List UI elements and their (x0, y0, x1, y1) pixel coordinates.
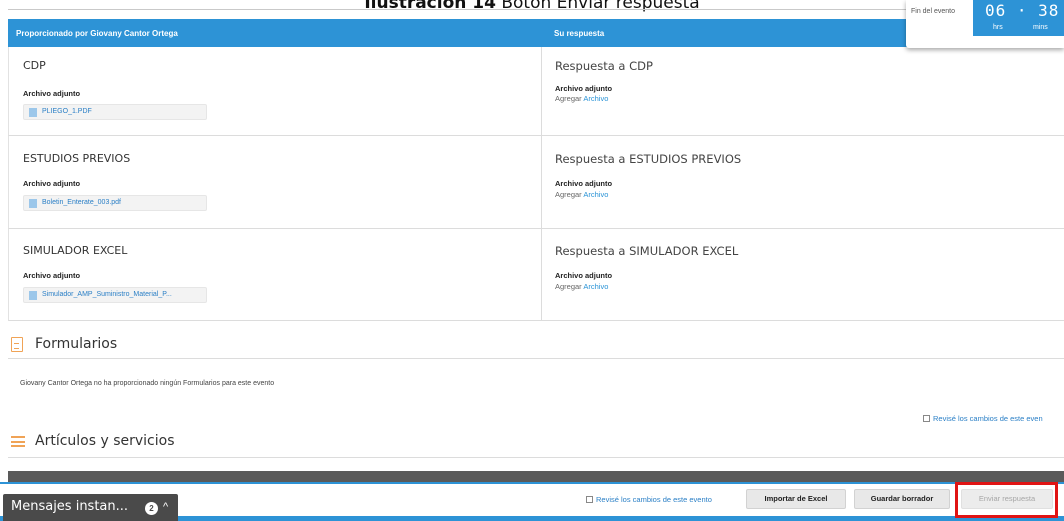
document-row: CDP Archivo adjunto PLIEGO_1.PDF Respues… (8, 47, 1064, 136)
attachment-label: Archivo adjunto (23, 89, 81, 98)
add-label: Agregar (555, 94, 582, 103)
response-attachment-label: Archivo adjunto (555, 271, 613, 280)
attachment-file-link[interactable]: Boletin_Enterate_003.pdf (23, 195, 207, 211)
figure-caption: Ilustración 14 Botón Enviar respuesta (0, 0, 1064, 13)
list-icon (11, 436, 25, 447)
items-section-title: Artículos y servicios (35, 433, 175, 449)
save-draft-button[interactable]: Guardar borrador (854, 489, 950, 509)
caption-divider (8, 9, 908, 10)
countdown-digits: 06 · 38 (985, 1, 1060, 20)
forms-divider (8, 358, 1064, 359)
file-name: PLIEGO_1.PDF (42, 108, 92, 115)
column-divider (541, 229, 542, 320)
add-attachment: Agregar Archivo (555, 190, 608, 199)
event-end-timer: Fin del evento 06 · 38 hrs mins (906, 0, 1064, 48)
document-title: ESTUDIOS PREVIOS (23, 152, 131, 165)
send-button-highlight (955, 482, 1058, 518)
file-name: Simulador_AMP_Suministro_Material_P... (42, 291, 172, 298)
file-icon (29, 108, 37, 117)
document-title: CDP (23, 59, 46, 72)
add-attachment: Agregar Archivo (555, 94, 608, 103)
response-title: Respuesta a CDP (555, 59, 653, 73)
response-title: Respuesta a SIMULADOR EXCEL (555, 244, 739, 258)
review-changes-label: Revisé los cambios de este even (933, 414, 1043, 423)
attachment-label: Archivo adjunto (23, 271, 81, 280)
file-icon (29, 199, 37, 208)
chevron-up-icon: ^ (163, 501, 169, 513)
attachment-label: Archivo adjunto (23, 179, 81, 188)
response-attachment-label: Archivo adjunto (555, 84, 613, 93)
document-icon (11, 337, 23, 352)
add-file-link[interactable]: Archivo (583, 190, 608, 199)
review-changes-label: Revisé los cambios de este evento (596, 495, 712, 504)
provided-by-header: Proporcionado por Giovany Cantor Ortega (16, 29, 178, 38)
add-file-link[interactable]: Archivo (583, 94, 608, 103)
checkbox-icon (586, 496, 593, 503)
instant-messages-label: Mensajes instan... (11, 499, 129, 514)
add-attachment: Agregar Archivo (555, 282, 608, 291)
your-response-header: Su respuesta (554, 29, 605, 38)
response-attachment-label: Archivo adjunto (555, 179, 613, 188)
document-title: SIMULADOR EXCEL (23, 244, 128, 257)
document-row: ESTUDIOS PREVIOS Archivo adjunto Boletin… (8, 136, 1064, 229)
review-changes-checkbox[interactable]: Revisé los cambios de este evento (586, 495, 712, 504)
review-changes-checkbox-top[interactable]: Revisé los cambios de este even (923, 414, 1043, 423)
add-label: Agregar (555, 282, 582, 291)
response-title: Respuesta a ESTUDIOS PREVIOS (555, 152, 742, 166)
minutes-unit: mins (1033, 24, 1048, 31)
instant-messages-tab[interactable]: Mensajes instan... 2 ^ (3, 494, 178, 521)
caption-text: Botón Enviar respuesta (495, 0, 700, 13)
checkbox-icon (923, 415, 930, 422)
countdown-box: 06 · 38 hrs mins (973, 0, 1064, 36)
column-divider (541, 136, 542, 228)
items-table-header (8, 471, 1064, 482)
add-label: Agregar (555, 190, 582, 199)
column-divider (541, 47, 542, 135)
timer-label: Fin del evento (911, 8, 955, 15)
attachment-file-link[interactable]: Simulador_AMP_Suministro_Material_P... (23, 287, 207, 303)
unread-count-badge: 2 (145, 502, 158, 515)
file-icon (29, 291, 37, 300)
items-divider (8, 457, 1064, 458)
caption-number: Ilustración 14 (364, 0, 496, 13)
hours-unit: hrs (993, 24, 1003, 31)
attachment-file-link[interactable]: PLIEGO_1.PDF (23, 104, 207, 120)
import-excel-button[interactable]: Importar de Excel (746, 489, 846, 509)
file-name: Boletin_Enterate_003.pdf (42, 199, 122, 206)
forms-empty-note: Giovany Cantor Ortega no ha proporcionad… (20, 380, 275, 387)
document-row: SIMULADOR EXCEL Archivo adjunto Simulado… (8, 229, 1064, 321)
forms-section-title: Formularios (35, 336, 118, 352)
add-file-link[interactable]: Archivo (583, 282, 608, 291)
